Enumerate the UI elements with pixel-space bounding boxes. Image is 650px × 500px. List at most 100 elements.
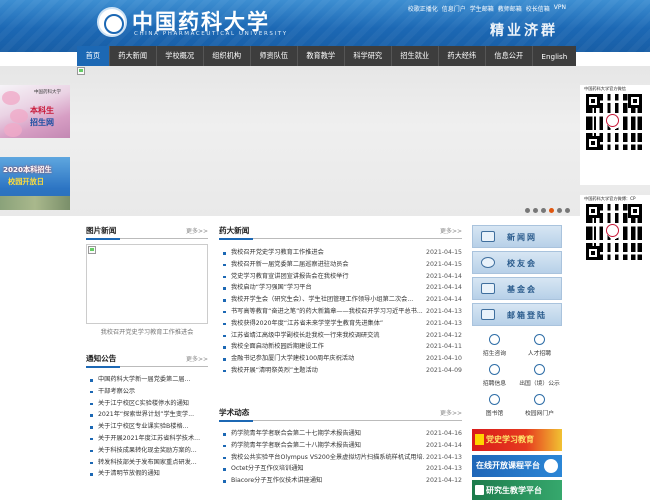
list-item[interactable]: 转发科技部关于发布国家重点研发... (86, 457, 208, 469)
news-title[interactable]: 我校获得2020年度“江苏省未来学堂学生教育先进集体” (231, 320, 383, 327)
ad-crest-text: 中国药科大学 (34, 90, 61, 95)
service-campus-portal[interactable]: 校园网门户 (517, 391, 562, 421)
nav-admission[interactable]: 招生就业 (392, 46, 439, 66)
news-title[interactable]: 我校启动“学习强国”学习平台 (231, 284, 312, 291)
list-item[interactable]: 药学院青年学者联合会第二十七期学术报告通知 2021-04-16 (219, 428, 462, 440)
party-history-banner[interactable]: 党史学习教育 (472, 429, 562, 451)
academic-list: 药学院青年学者联合会第二十七期学术报告通知 2021-04-16 药学院青年学者联… (219, 428, 462, 487)
top-link-anthem[interactable]: 校歌正播化 (408, 4, 438, 13)
open-day-ad[interactable]: 2020本科招生 校园开放日 (0, 157, 70, 210)
news-title[interactable]: 党史学习教育宣讲团宣讲报告会在我校举行 (231, 273, 349, 280)
list-item[interactable]: 我校公共实验平台Olympus VS200全景虚拟切片扫描系统样机试用培... 2… (219, 451, 462, 464)
news-site-button[interactable]: 新闻网 (472, 225, 562, 248)
list-item[interactable]: 关于科技成果转化现金奖励方案的... (86, 445, 208, 457)
list-item[interactable]: 江苏省靖江高级中学副校长赴我校一行来我校调研交流 2021-04-12 (219, 329, 462, 342)
service-abroad-notice[interactable]: 出国（境）公示 (517, 361, 562, 391)
list-item[interactable]: Biacore分子互作仪技术讲座通知 2021-04-12 (219, 475, 462, 487)
banner-dot[interactable] (533, 208, 538, 213)
list-item[interactable]: 干部考察公示 (86, 386, 208, 398)
nav-faculty[interactable]: 师资队伍 (251, 46, 298, 66)
academic-title[interactable]: 药学院青年学者联合会第二十七期学术报告通知 (231, 430, 361, 437)
more-link[interactable]: 更多>> (440, 226, 462, 235)
nav-about[interactable]: 学校概况 (157, 46, 204, 66)
news-title[interactable]: 我校全面启动新校园后期建设工作 (231, 343, 324, 350)
list-item[interactable]: 关于清明节放假的通知 (86, 468, 208, 480)
qr-caption: 中国药科大学官方微信 (584, 86, 626, 91)
list-item[interactable]: 关于开展2021年度江苏省科学技术... (86, 433, 208, 445)
list-item[interactable]: 我校召开党史学习教育工作推进会 2021-04-15 (219, 247, 462, 259)
academic-title[interactable]: Biacore分子互作仪技术讲座通知 (231, 477, 322, 484)
picture-news-caption[interactable]: 我校召开党史学习教育工作推进会 (86, 327, 208, 336)
nav-home[interactable]: 首页 (77, 46, 110, 66)
undergrad-admission-ad[interactable]: 中国药科大学 本科生 招生网 (0, 85, 70, 138)
university-emblem-icon[interactable] (97, 7, 127, 37)
academic-title[interactable]: 药学院青年学者联合会第二十八期学术报告通知 (231, 442, 361, 449)
news-title[interactable]: 我校召开新一届党委第二届巡察进驻动员会 (231, 261, 349, 268)
graduate-platform-banner[interactable]: 研究生教学平台 (472, 480, 562, 500)
news-date: 2021-04-14 (424, 294, 462, 306)
service-job-info[interactable]: 招聘信息 (472, 361, 517, 391)
wechat-qr-panel: 中国药科大学官方微信 (580, 85, 650, 185)
handshake-icon (489, 334, 500, 345)
list-item[interactable]: Octet分子互作仪培训通知 2021-04-13 (219, 463, 462, 476)
service-library[interactable]: 图书馆 (472, 391, 517, 421)
list-item[interactable]: 关于江宁校区C实验楼停水的通知 (86, 398, 208, 410)
service-recruitment[interactable]: 人才招聘 (517, 331, 562, 361)
news-title[interactable]: 我校开学生会（研究生会）、学生社团管理工作领导小组第二次会... (231, 296, 413, 303)
more-link[interactable]: 更多>> (186, 226, 208, 235)
banner-dot[interactable] (541, 208, 546, 213)
party-flag-icon (475, 434, 484, 445)
banner-dot[interactable] (525, 208, 530, 213)
top-link-vpn[interactable]: VPN (554, 4, 566, 13)
top-link-president-mail[interactable]: 校长信箱 (526, 4, 550, 13)
people-icon (534, 334, 545, 345)
news-date: 2021-04-14 (424, 270, 462, 283)
top-link-student-mail[interactable]: 学生邮箱 (470, 4, 494, 13)
banner-dot[interactable] (565, 208, 570, 213)
nav-news[interactable]: 药大新闻 (110, 46, 157, 66)
academic-title[interactable]: Octet分子互作仪培训通知 (231, 465, 304, 472)
more-link[interactable]: 更多>> (440, 408, 462, 417)
nav-research[interactable]: 科学研究 (345, 46, 392, 66)
alumni-button[interactable]: 校友会 (472, 251, 562, 274)
nav-disclosure[interactable]: 信息公开 (486, 46, 533, 66)
nav-english[interactable]: English (533, 46, 576, 66)
banner-dot-active[interactable] (549, 208, 554, 213)
list-item[interactable]: 金融书记参加厦门大学建校100周年庆祝活动 2021-04-10 (219, 353, 462, 365)
news-title[interactable]: 书写高等教育“奋进之笔”的药大新篇章——我校召开学习习近平总书... (231, 308, 423, 315)
list-item[interactable]: 我校全面启动新校园后期建设工作 2021-04-11 (219, 341, 462, 354)
list-item[interactable]: 我校召开新一届党委第二届巡察进驻动员会 2021-04-15 (219, 258, 462, 271)
open-course-banner[interactable]: 在线开放课程平台 (472, 455, 562, 477)
list-item[interactable]: 党史学习教育宣讲团宣讲报告会在我校举行 2021-04-14 (219, 270, 462, 283)
nav-organization[interactable]: 组织机构 (204, 46, 251, 66)
more-link[interactable]: 更多>> (186, 354, 208, 363)
list-item[interactable]: 我校开学生会（研究生会）、学生社团管理工作领导小组第二次会... 2021-04-… (219, 294, 462, 306)
news-title[interactable]: 我校召开党史学习教育工作推进会 (231, 249, 324, 256)
list-item[interactable]: 药学院青年学者联合会第二十八期学术报告通知 2021-04-14 (219, 439, 462, 452)
service-admission-consult[interactable]: 招生咨询 (472, 331, 517, 361)
academic-title[interactable]: 我校公共实验平台Olympus VS200全景虚拟切片扫描系统样机试用培... (231, 454, 429, 461)
list-item[interactable]: 我校开展“清明祭英烈”主题活动 2021-04-09 (219, 364, 462, 377)
top-link-teacher-mail[interactable]: 教师邮箱 (498, 4, 522, 13)
list-item[interactable]: 我校获得2020年度“江苏省未来学堂学生教育先进集体” 2021-04-13 (219, 317, 462, 330)
list-item[interactable]: 我校启动“学习强国”学习平台 2021-04-14 (219, 282, 462, 295)
picture-news-image[interactable] (86, 244, 208, 324)
list-item[interactable]: 关于江宁校区专业课实验B楼格... (86, 421, 208, 433)
list-item[interactable]: 2021年“探索世界计划”学生变学... (86, 409, 208, 421)
list-item[interactable]: 书写高等教育“奋进之笔”的药大新篇章——我校召开学习习近平总书... 2021-0… (219, 305, 462, 318)
email-login-button[interactable]: 邮箱登陆 (472, 303, 562, 326)
nav-education[interactable]: 教育教学 (298, 46, 345, 66)
news-title[interactable]: 我校开展“清明祭英烈”主题活动 (231, 367, 318, 374)
top-links: 校歌正播化 信息门户 学生邮箱 教师邮箱 校长信箱 VPN (408, 4, 566, 13)
service-label: 出国（境）公示 (519, 381, 560, 387)
banner-dot[interactable] (557, 208, 562, 213)
list-item[interactable]: 中国药科大学新一届党委第二届... (86, 374, 208, 386)
foundation-button[interactable]: 基金会 (472, 277, 562, 300)
service-label: 招聘信息 (482, 381, 507, 387)
news-title[interactable]: 金融书记参加厦门大学建校100周年庆祝活动 (231, 355, 354, 362)
top-link-portal[interactable]: 信息门户 (442, 4, 466, 13)
news-title[interactable]: 江苏省靖江高级中学副校长赴我校一行来我校调研交流 (231, 332, 380, 339)
nav-campus[interactable]: 药大经纬 (439, 46, 486, 66)
hero-banner[interactable] (0, 66, 650, 216)
button-label: 基金会 (507, 285, 537, 294)
